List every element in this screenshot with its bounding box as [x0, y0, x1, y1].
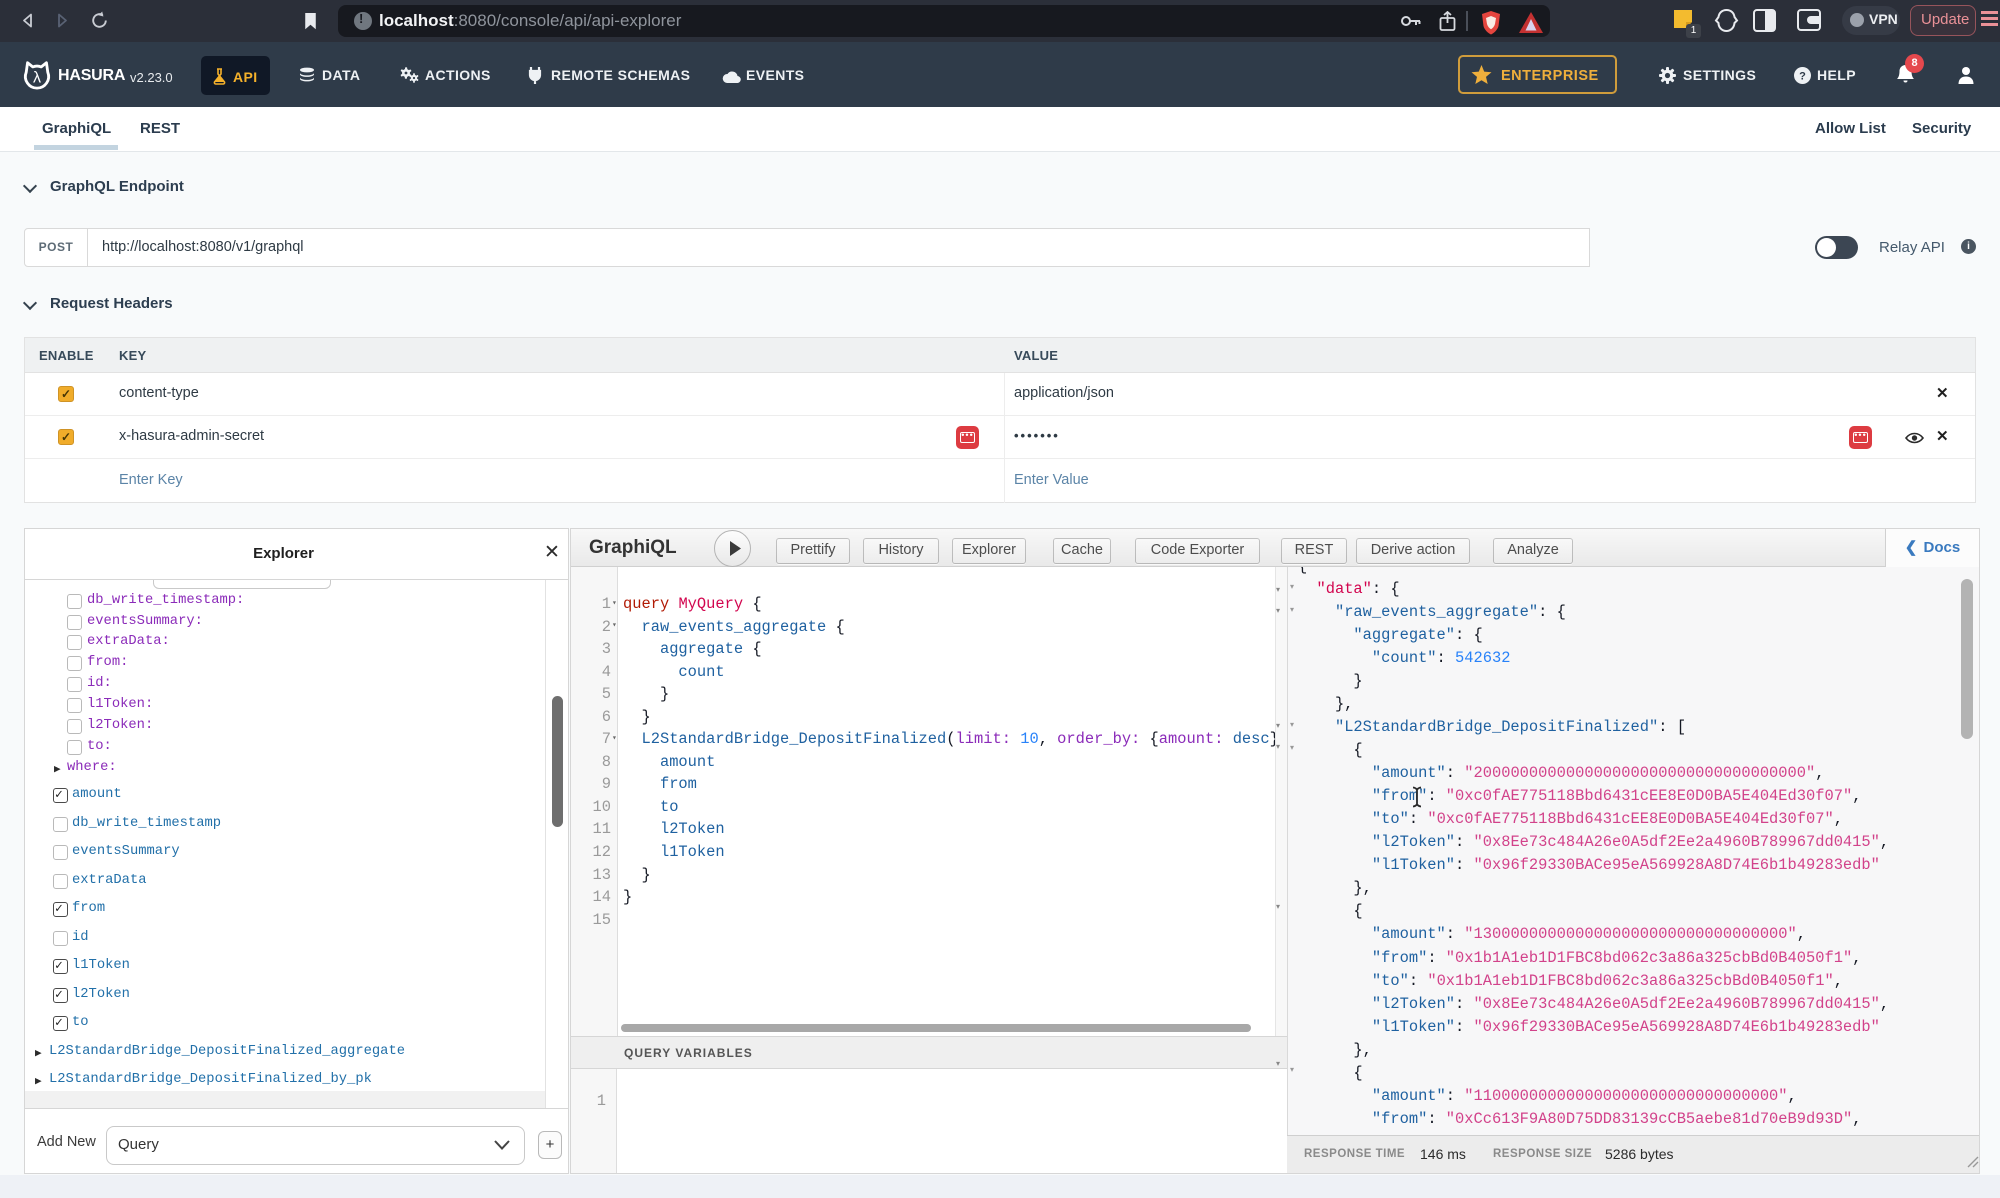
svg-text:?: ? — [1799, 71, 1806, 83]
svg-text:λ: λ — [33, 69, 41, 87]
